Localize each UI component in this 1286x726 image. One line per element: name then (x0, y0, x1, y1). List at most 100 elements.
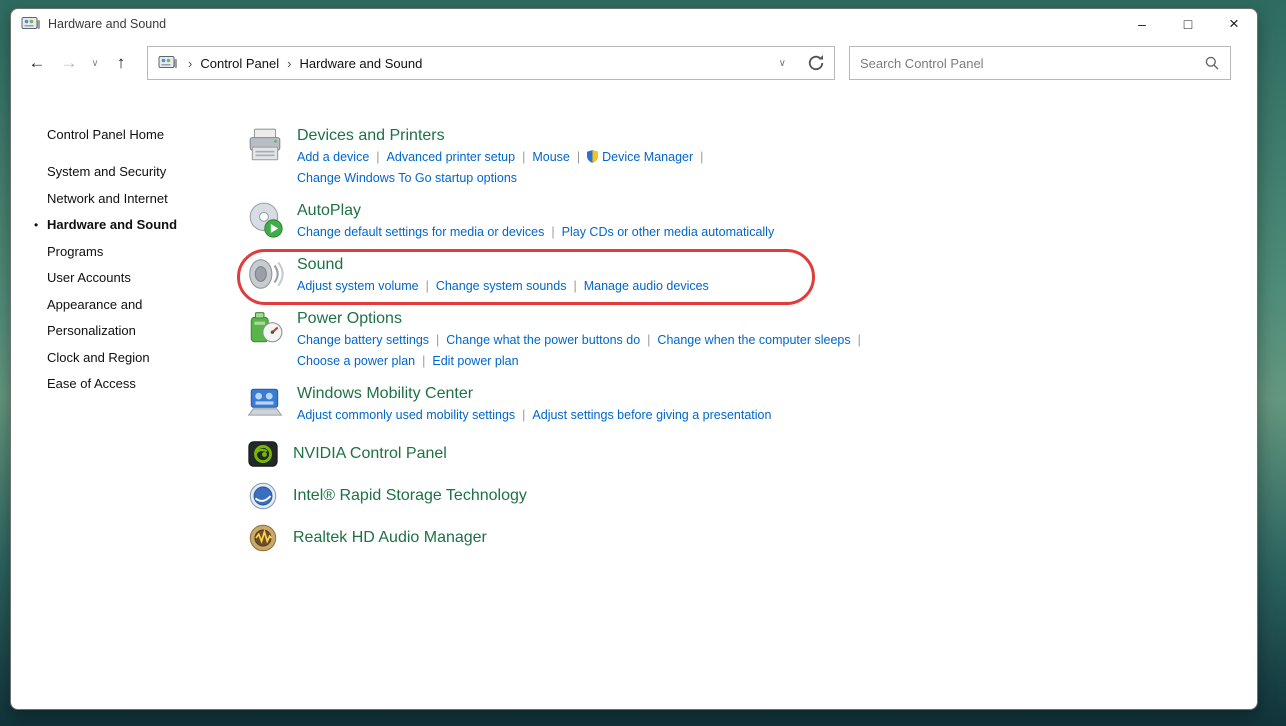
intel-icon (246, 479, 280, 513)
task-link-edit-power-plan[interactable]: Edit power plan (432, 354, 518, 368)
breadcrumb-hardware-and-sound[interactable]: Hardware and Sound (299, 56, 422, 71)
control-panel-app-icon (21, 15, 41, 33)
task-link-change-when-the-computer-sleeps[interactable]: Change when the computer sleeps (657, 333, 850, 347)
breadcrumb-chevron-icon[interactable]: › (188, 56, 192, 71)
category-windows-mobility-center: Windows Mobility CenterAdjust commonly u… (246, 383, 1257, 426)
category-title-autoplay[interactable]: AutoPlay (297, 200, 774, 222)
sidebar-item-label: Appearance and Personalization (47, 297, 142, 339)
power-meter-icon (246, 309, 284, 347)
task-link-row: Change Windows To Go startup options (297, 168, 710, 189)
task-link-advanced-printer-setup[interactable]: Advanced printer setup (387, 150, 516, 164)
category-nvidia-control-panel: NVIDIA Control Panel (246, 437, 1257, 471)
task-link-change-default-settings-for-media-or-devices[interactable]: Change default settings for media or dev… (297, 225, 544, 239)
category-body: Power OptionsChange battery settings|Cha… (297, 308, 868, 372)
task-link-row: Adjust commonly used mobility settings|A… (297, 405, 771, 426)
task-link-change-what-the-power-buttons-do[interactable]: Change what the power buttons do (446, 333, 640, 347)
category-title-realtek-hd-audio-manager[interactable]: Realtek HD Audio Manager (293, 527, 487, 549)
category-list: Devices and Printers Add a device | Advance… (246, 125, 1257, 555)
sidebar-item-clock-and-region[interactable]: Clock and Region (47, 345, 215, 372)
category-title-nvidia-control-panel[interactable]: NVIDIA Control Panel (293, 443, 447, 465)
search-input[interactable] (860, 56, 1204, 71)
sidebar-nav: System and Security Network and Internet •… (47, 159, 215, 398)
search-box[interactable] (849, 46, 1231, 80)
task-link-row: Add a device | Advanced printer setup | Mous… (297, 147, 710, 168)
category-power-options: Power OptionsChange battery settings|Cha… (246, 308, 1257, 372)
sidebar-item-user-accounts[interactable]: User Accounts (47, 265, 215, 292)
up-button[interactable]: ↑ (105, 47, 137, 79)
link-separator: | (422, 354, 425, 368)
sidebar-item-label: Programs (47, 244, 103, 259)
control-panel-window: Hardware and Sound – □ × ← → ∨ ↑ › Contr… (10, 8, 1258, 710)
control-panel-icon (158, 54, 178, 72)
sidebar-item-control-panel-home[interactable]: Control Panel Home (47, 125, 215, 145)
recent-locations-chevron-icon[interactable]: ∨ (85, 47, 105, 79)
category-title-sound[interactable]: Sound (297, 254, 709, 276)
sidebar-item-hardware-and-sound: •Hardware and Sound (47, 212, 215, 239)
link-separator: | (647, 333, 650, 347)
window-controls: – □ × (1119, 9, 1257, 39)
minimize-button[interactable]: – (1119, 9, 1165, 39)
sidebar-item-label: System and Security (47, 164, 166, 179)
sidebar: Control Panel Home System and Security Ne… (11, 125, 215, 709)
category-body: Devices and Printers Add a device | Advance… (297, 125, 710, 189)
link-separator: | (522, 150, 525, 164)
link-separator: | (436, 333, 439, 347)
sidebar-item-label: User Accounts (47, 270, 131, 285)
nvidia-icon (246, 437, 280, 471)
link-separator: | (573, 279, 576, 293)
titlebar: Hardware and Sound – □ × (11, 9, 1257, 39)
task-link-adjust-settings-before-giving-a-presentation[interactable]: Adjust settings before giving a presenta… (532, 408, 771, 422)
sidebar-item-label: Clock and Region (47, 350, 150, 365)
task-link-adjust-system-volume[interactable]: Adjust system volume (297, 279, 419, 293)
refresh-icon[interactable] (806, 53, 826, 73)
task-link-play-cds-or-other-media-automatically[interactable]: Play CDs or other media automatically (562, 225, 775, 239)
search-icon[interactable] (1204, 55, 1220, 71)
category-title-power-options[interactable]: Power Options (297, 308, 868, 330)
realtek-icon (246, 521, 280, 555)
category-body: Sound Adjust system volume | Change system … (297, 254, 709, 297)
task-link-change-system-sounds[interactable]: Change system sounds (436, 279, 567, 293)
sidebar-item-network-and-internet[interactable]: Network and Internet (47, 186, 215, 213)
close-button[interactable]: × (1211, 9, 1257, 39)
link-separator: | (426, 279, 429, 293)
task-link-mouse[interactable]: Mouse (532, 150, 570, 164)
category-body: Intel® Rapid Storage Technology (293, 485, 527, 507)
sidebar-item-programs[interactable]: Programs (47, 239, 215, 266)
breadcrumb-control-panel[interactable]: Control Panel (200, 56, 279, 71)
category-title-devices-and-printers[interactable]: Devices and Printers (297, 125, 710, 147)
sidebar-item-label: Hardware and Sound (47, 217, 177, 232)
link-separator: | (858, 333, 861, 347)
window-content: Control Panel Home System and Security Ne… (11, 87, 1257, 709)
navigation-bar: ← → ∨ ↑ › Control Panel › Hardware and S… (11, 39, 1257, 87)
category-title-intel-rapid-storage-technology[interactable]: Intel® Rapid Storage Technology (293, 485, 527, 507)
category-title-windows-mobility-center[interactable]: Windows Mobility Center (297, 383, 771, 405)
task-link-adjust-commonly-used-mobility-settings[interactable]: Adjust commonly used mobility settings (297, 408, 515, 422)
task-link-change-battery-settings[interactable]: Change battery settings (297, 333, 429, 347)
back-button[interactable]: ← (21, 47, 53, 79)
breadcrumb-chevron-icon[interactable]: › (287, 56, 291, 71)
sidebar-item-ease-of-access[interactable]: Ease of Access (47, 371, 215, 398)
forward-button[interactable]: → (53, 47, 85, 79)
link-separator: | (376, 150, 379, 164)
uac-shield-icon (587, 149, 598, 162)
task-link-manage-audio-devices[interactable]: Manage audio devices (584, 279, 709, 293)
sidebar-item-label: Ease of Access (47, 376, 136, 391)
active-bullet: • (34, 212, 38, 239)
sidebar-item-system-and-security[interactable]: System and Security (47, 159, 215, 186)
sidebar-item-appearance-and-personalization[interactable]: Appearance and Personalization (47, 292, 215, 345)
maximize-button[interactable]: □ (1165, 9, 1211, 39)
task-link-row: Change battery settings | Change what the … (297, 330, 868, 351)
address-dropdown-chevron-icon[interactable]: ∨ (779, 58, 786, 69)
task-link-device-manager[interactable]: Device Manager (602, 150, 693, 164)
task-link-change-windows-to-go-startup-options[interactable]: Change Windows To Go startup options (297, 171, 517, 185)
category-realtek-hd-audio-manager: Realtek HD Audio Manager (246, 521, 1257, 555)
autoplay-icon (246, 201, 284, 239)
category-body: Realtek HD Audio Manager (293, 527, 487, 549)
category-autoplay: AutoPlay Change default settings for medi… (246, 200, 1257, 243)
task-link-add-a-device[interactable]: Add a device (297, 150, 369, 164)
task-link-choose-a-power-plan[interactable]: Choose a power plan (297, 354, 415, 368)
link-separator: | (700, 150, 703, 164)
sidebar-item-label: Network and Internet (47, 191, 168, 206)
category-devices-and-printers: Devices and Printers Add a device | Advance… (246, 125, 1257, 189)
address-bar[interactable]: › Control Panel › Hardware and Sound ∨ (147, 46, 835, 80)
